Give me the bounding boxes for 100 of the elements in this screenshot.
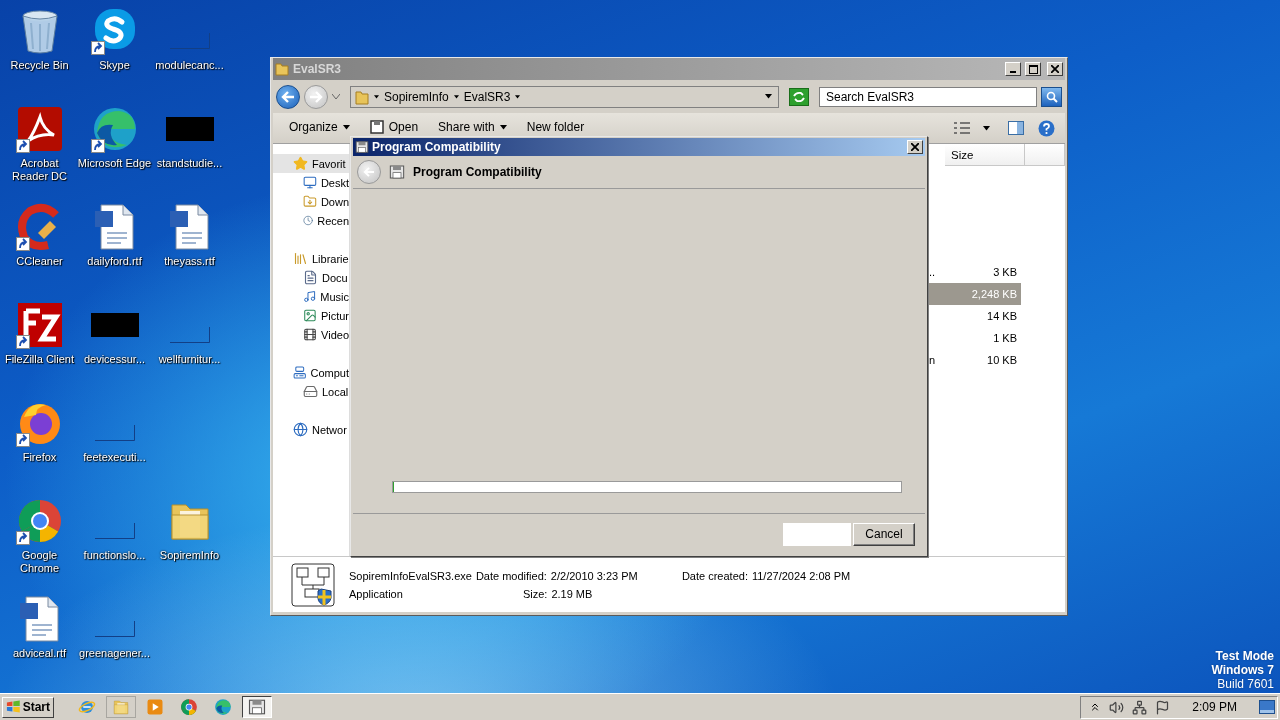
nav-item[interactable]: Video: [273, 325, 349, 344]
show-desktop-icon[interactable]: [1259, 700, 1275, 714]
help-button[interactable]: [1038, 119, 1055, 137]
file-size: 14 KB: [986, 310, 1018, 322]
close-button[interactable]: [907, 140, 923, 154]
desktop-icon-label[interactable]: devicessur...: [76, 353, 153, 366]
desktop-icon-label[interactable]: greenagener...: [76, 647, 153, 660]
nav-item[interactable]: Deskt: [273, 173, 349, 192]
search-button[interactable]: [1041, 86, 1062, 107]
view-button[interactable]: [953, 119, 971, 137]
file-row[interactable]: 14 KB: [929, 305, 1021, 327]
maximize-icon: [1028, 64, 1038, 74]
arrow-left-icon: [281, 90, 295, 103]
cancel-button[interactable]: Cancel: [853, 522, 915, 546]
close-button[interactable]: [1047, 62, 1063, 76]
clock[interactable]: 2:09 PM: [1192, 700, 1237, 714]
desktop-icon-label[interactable]: Recycle Bin: [1, 59, 78, 72]
preview-pane-icon: [1008, 121, 1024, 135]
blank-thumbnail-icon: [94, 425, 135, 441]
column-header[interactable]: Size: [945, 144, 1025, 166]
e-globe-icon: [78, 698, 96, 716]
address-field[interactable]: SopiremInfo EvalSR3: [350, 85, 779, 108]
desktop-icon-label[interactable]: Google Chrome: [1, 549, 78, 575]
field-value: 11/27/2024 2:08 PM: [751, 569, 851, 582]
toolbar-button[interactable]: Open: [365, 119, 423, 135]
nav-item[interactable]: Music: [273, 287, 349, 306]
taskbar-app-button[interactable]: [242, 696, 272, 718]
dropdown-caret-icon: [765, 94, 772, 99]
search-field[interactable]: Search EvalSR3: [819, 86, 1037, 107]
folder-icon: [275, 62, 289, 76]
toolbar-button[interactable]: Share with: [434, 119, 511, 135]
ring-logo-icon: [180, 698, 198, 716]
file-size: 2,248 KB: [970, 288, 1018, 300]
file-row[interactable]: n 10 KB: [929, 349, 1021, 371]
maximize-button[interactable]: [1025, 62, 1041, 76]
refresh-icon: [792, 90, 806, 103]
history-dropdown[interactable]: [332, 93, 340, 100]
play-icon: [146, 698, 164, 716]
help-icon: [1038, 119, 1055, 137]
breadcrumb[interactable]: SopiremInfo: [384, 89, 449, 104]
chevron-down-icon: [332, 93, 340, 100]
hard-drive-icon: [303, 384, 318, 399]
desktop-icon-label[interactable]: dailyford.rtf: [76, 255, 153, 268]
window-icon: [248, 698, 266, 716]
globe-icon: [293, 422, 308, 437]
list-view-icon: [953, 121, 971, 135]
desktop-icon-label[interactable]: functionslo...: [76, 549, 153, 562]
nav-item[interactable]: Comput: [273, 363, 349, 382]
file-name: ..: [929, 266, 936, 278]
desktop-icon-label[interactable]: wellfurnitur...: [151, 353, 228, 366]
arrow-right-icon: [309, 90, 323, 103]
nav-item[interactable]: Docu: [273, 268, 349, 287]
caret-icon: [515, 94, 521, 99]
file-row[interactable]: .. 3 KB: [929, 261, 1021, 283]
desktop-icon-label[interactable]: CCleaner: [1, 255, 78, 268]
desktop-icon-label[interactable]: Acrobat Reader DC: [1, 157, 78, 183]
nav-item[interactable]: Down: [273, 192, 349, 211]
desktop-icon-label[interactable]: standstudie...: [151, 157, 228, 170]
desktop-icon-label[interactable]: modulecanc...: [151, 59, 228, 72]
film-icon: [303, 327, 318, 342]
file-name: SopiremInfoEvalSR3.exe: [349, 569, 472, 582]
preview-pane-button[interactable]: [1008, 119, 1024, 137]
nav-item[interactable]: Librarie: [273, 249, 349, 268]
toolbar-button[interactable]: Organize: [285, 119, 354, 135]
nav-item[interactable]: Favorit: [273, 154, 349, 173]
speaker-icon[interactable]: [1109, 699, 1125, 715]
os-notice-text: Test Mode: [1215, 649, 1274, 663]
desktop-icon-label[interactable]: Firefox: [1, 451, 78, 464]
toolbar-button[interactable]: New folder: [522, 119, 589, 135]
flag-icon[interactable]: [1155, 699, 1171, 715]
caret-icon: [499, 124, 507, 130]
nav-item[interactable]: Networ: [273, 420, 349, 439]
desktop-icon-label[interactable]: Skype: [76, 59, 153, 72]
window-icon: [369, 120, 384, 134]
nav-item[interactable]: Local: [273, 382, 349, 401]
file-row[interactable]: 1 KB: [929, 327, 1021, 349]
start-button[interactable]: Start: [2, 696, 54, 718]
zigzag-logo-icon: [15, 301, 64, 349]
close-icon: [1051, 65, 1059, 73]
desktop-icon-label[interactable]: theyass.rtf: [151, 255, 228, 268]
file-type: Application: [349, 587, 404, 600]
nav-item[interactable]: Pictur: [273, 306, 349, 325]
minimize-button[interactable]: [1005, 62, 1021, 76]
library-icon: [293, 251, 308, 266]
blank-thumbnail-icon: [169, 33, 210, 49]
back-button[interactable]: [276, 84, 300, 109]
desktop-icon-label[interactable]: adviceal.rtf: [1, 647, 78, 660]
desktop-icon-label[interactable]: Microsoft Edge: [76, 157, 153, 170]
breadcrumb[interactable]: EvalSR3: [463, 89, 511, 104]
clock-icon: [303, 213, 314, 228]
desktop-icon-label[interactable]: FileZilla Client: [1, 353, 78, 366]
nav-item[interactable]: Recen: [273, 211, 349, 230]
refresh-button[interactable]: [789, 87, 809, 106]
file-name: n: [929, 354, 936, 366]
desktop-icon-label[interactable]: feetexecuti...: [76, 451, 153, 464]
music-note-icon: [303, 289, 317, 304]
document-icon: [303, 270, 318, 285]
window-icon: [355, 140, 369, 154]
windows-flag-icon: [6, 700, 21, 714]
network-icon[interactable]: [1132, 699, 1148, 715]
